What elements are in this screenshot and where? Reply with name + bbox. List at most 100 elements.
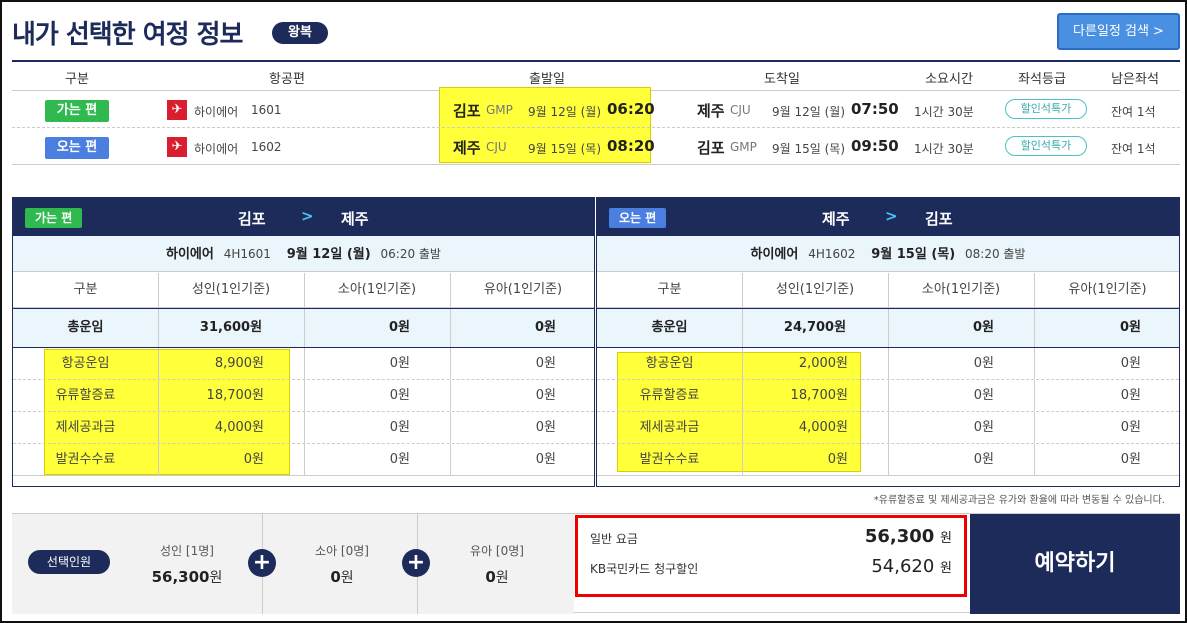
arrival-code: CJU <box>730 103 751 117</box>
add-child-plus-icon[interactable]: + <box>248 549 276 577</box>
fare-item-row: 발권수수료 0원 0원 0원 <box>13 444 594 476</box>
fare-item-infant: 0원 <box>535 356 556 371</box>
child-amount: 0 <box>330 568 341 586</box>
arrival-date: 9월 12일 (월) <box>772 105 846 119</box>
col-category: 구분 <box>657 282 682 297</box>
regular-fare-label: 일반 요금 <box>590 532 638 546</box>
page-frame: 내가 선택한 여정 정보 왕복 다른일정 검색 > 구분 항공편 출발일 도착일… <box>0 0 1187 623</box>
infant-label: 유아 [0명] <box>470 544 524 558</box>
departure-date: 9월 15일 (목) <box>528 142 602 156</box>
flight-date: 9월 12일 (월) <box>286 247 371 262</box>
outbound-panel-header: 가는 편 김포 > 제주 <box>13 198 594 236</box>
route-arrow-icon: > <box>301 207 314 225</box>
fare-item-adult: 4,000원 <box>214 420 264 435</box>
infant-unit: 원 <box>495 570 509 586</box>
summary-row-divider <box>12 127 1180 128</box>
col-header-departure: 출발일 <box>529 72 565 87</box>
fare-item-adult: 18,700원 <box>790 388 848 403</box>
flight-duration: 1시간 30분 <box>914 142 974 156</box>
arrival-time: 09:50 <box>851 137 899 155</box>
flight-number: 1602 <box>251 140 282 154</box>
fare-total-row: 총운임 31,600원 0원 0원 <box>13 308 594 348</box>
fare-item-label: 항공운임 <box>61 356 110 371</box>
add-infant-plus-icon[interactable]: + <box>402 549 430 577</box>
leg-outbound-button[interactable]: 가는 편 <box>45 100 109 122</box>
inbound-tag: 오는 편 <box>609 208 667 228</box>
inbound-panel-header: 오는 편 제주 > 김포 <box>597 198 1179 236</box>
fare-item-adult: 18,700원 <box>206 388 264 403</box>
airline-name: 하이에어 <box>194 142 239 156</box>
departure-code: GMP <box>486 103 513 117</box>
col-header-arrival: 도착일 <box>764 72 800 87</box>
fare-item-row: 항공운임 8,900원 0원 0원 <box>13 348 594 380</box>
departure-time: 08:20 <box>607 137 655 155</box>
fare-class-badge: 할인석특가 <box>1005 136 1087 156</box>
outbound-flight-info: 하이에어 4H1601 9월 12일 (월) 06:20 출발 <box>13 236 594 272</box>
other-schedule-search-button[interactable]: 다른일정 검색 > <box>1057 13 1180 50</box>
departure-time: 06:20 출발 <box>380 247 441 261</box>
leg-inbound-button[interactable]: 오는 편 <box>45 137 109 159</box>
adult-passenger-count[interactable]: 성인 [1명] 56,300원 <box>142 542 232 587</box>
departure-code: CJU <box>486 140 507 154</box>
outbound-tag: 가는 편 <box>25 208 83 228</box>
flight-code: 4H1602 <box>808 247 856 261</box>
reserve-button[interactable]: 예약하기 <box>970 514 1180 614</box>
fare-item-label: 유류할증료 <box>639 388 700 403</box>
col-header-flight: 항공편 <box>269 72 305 87</box>
booking-summary-bar: 선택인원 성인 [1명] 56,300원 + 소아 [0명] 0원 + 유아 [… <box>12 513 1180 614</box>
fare-item-infant: 0원 <box>535 388 556 403</box>
fare-item-label: 제세공과금 <box>55 420 116 435</box>
infant-amount: 0 <box>485 568 496 586</box>
fare-item-row: 제세공과금 4,000원 0원 0원 <box>13 412 594 444</box>
fare-item-child: 0원 <box>973 356 994 371</box>
fare-item-label: 제세공과금 <box>639 420 700 435</box>
inbound-flight-info: 하이에어 4H1602 9월 15일 (목) 08:20 출발 <box>597 236 1179 272</box>
col-header-seats-left: 남은좌석 <box>1111 72 1159 87</box>
card-discount-label: KB국민카드 청구할인 <box>590 562 699 576</box>
fare-item-row: 항공운임 2,000원 0원 0원 <box>597 348 1179 380</box>
inbound-to: 김포 <box>925 210 953 228</box>
fare-item-label: 항공운임 <box>645 356 694 371</box>
infant-passenger-count[interactable]: 유아 [0명] 0원 <box>452 542 542 587</box>
title-divider <box>12 60 1180 62</box>
inbound-fare-panel: 오는 편 제주 > 김포 하이에어 4H1602 9월 15일 (목) 08:2… <box>596 197 1180 487</box>
round-trip-badge: 왕복 <box>272 22 328 44</box>
col-infant: 유아(1인기준) <box>483 282 563 297</box>
flight-duration: 1시간 30분 <box>914 105 974 119</box>
total-child: 0원 <box>388 320 410 335</box>
summary-bottom-rule <box>12 164 1180 165</box>
fare-item-child: 0원 <box>973 420 994 435</box>
seats-remaining: 잔여 1석 <box>1111 105 1156 119</box>
adult-label: 성인 [1명] <box>160 544 214 558</box>
fare-item-child: 0원 <box>389 420 410 435</box>
fare-item-label: 발권수수료 <box>639 452 700 467</box>
fare-item-row: 유류할증료 18,700원 0원 0원 <box>597 380 1179 412</box>
departure-city: 김포 <box>453 102 481 120</box>
fare-header-row: 구분 성인(1인기준) 소아(1인기준) 유아(1인기준) <box>597 273 1179 308</box>
total-child: 0원 <box>972 320 994 335</box>
fare-item-child: 0원 <box>389 452 410 467</box>
adult-amount: 56,300 <box>151 568 210 586</box>
child-passenger-count[interactable]: 소아 [0명] 0원 <box>297 542 387 587</box>
inbound-from: 제주 <box>822 210 850 228</box>
adult-unit: 원 <box>209 570 223 586</box>
fare-header-row: 구분 성인(1인기준) 소아(1인기준) 유아(1인기준) <box>13 273 594 308</box>
col-header-duration: 소요시간 <box>925 72 973 87</box>
fare-item-adult: 8,900원 <box>214 356 264 371</box>
fare-item-infant: 0원 <box>1120 452 1141 467</box>
departure-date: 9월 12일 (월) <box>528 105 602 119</box>
fare-item-row: 발권수수료 0원 0원 0원 <box>597 444 1179 476</box>
col-infant: 유아(1인기준) <box>1068 282 1147 297</box>
total-label: 총운임 <box>67 320 104 335</box>
col-header-category: 구분 <box>65 72 89 87</box>
card-discount-amount: 54,620 <box>871 556 935 577</box>
fare-item-child: 0원 <box>389 356 410 371</box>
fare-item-child: 0원 <box>389 388 410 403</box>
flight-date: 9월 15일 (목) <box>871 247 956 262</box>
regular-fare-value: 56,300 원 <box>865 526 952 547</box>
fare-item-infant: 0원 <box>535 420 556 435</box>
fare-item-label: 유류할증료 <box>55 388 116 403</box>
fare-item-adult: 2,000원 <box>798 356 848 371</box>
col-adult: 성인(1인기준) <box>191 282 271 297</box>
arrival-time: 07:50 <box>851 100 899 118</box>
